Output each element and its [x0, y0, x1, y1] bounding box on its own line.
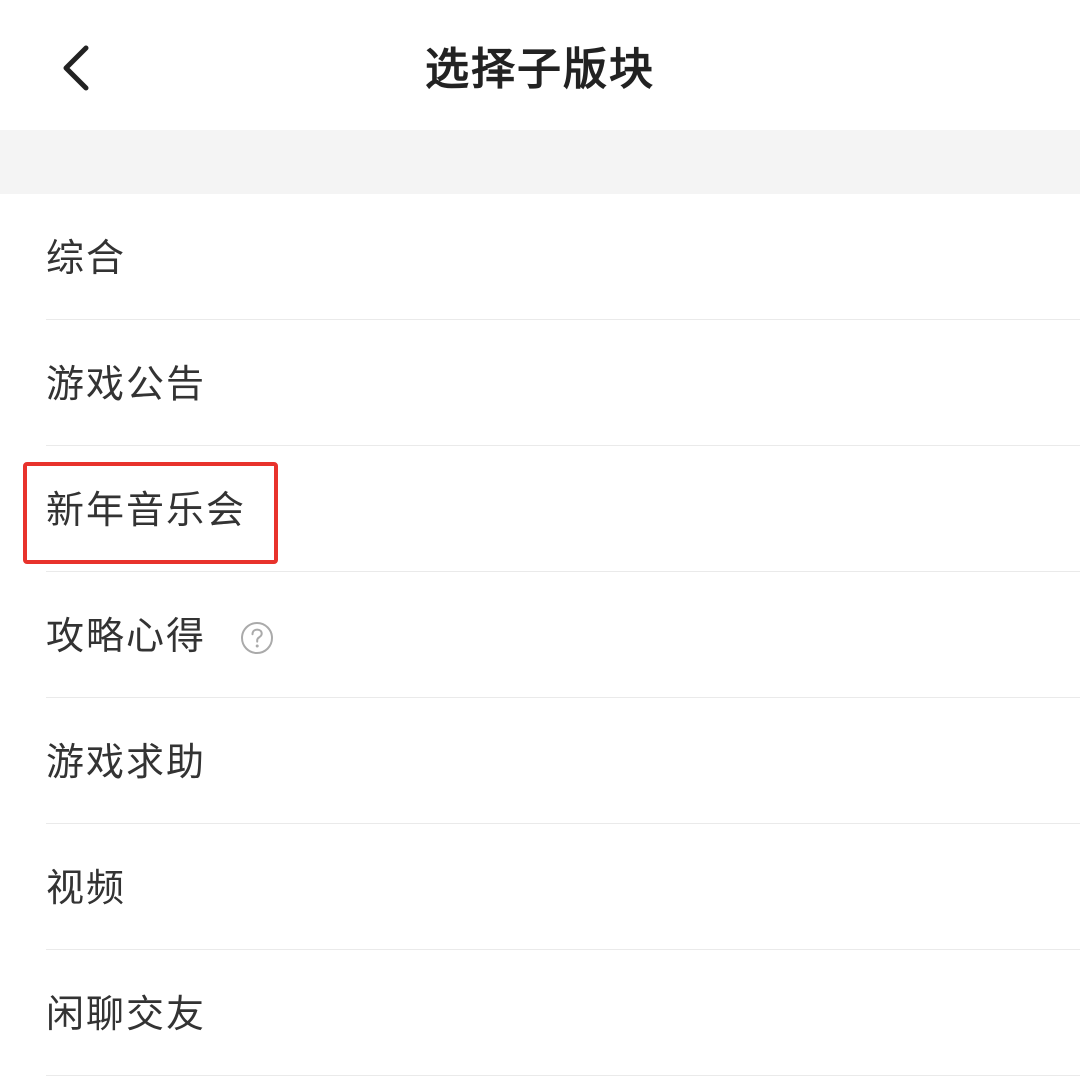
list-item-label: 游戏公告 [46, 362, 207, 406]
page-title: 选择子版块 [425, 44, 655, 95]
list-item-general[interactable]: 综合 [0, 194, 1080, 320]
list-item-game-announcements[interactable]: 游戏公告 [0, 320, 1080, 446]
list-item-strategy-tips[interactable]: 攻略心得 [0, 572, 1080, 698]
list-item-video[interactable]: 视频 [0, 824, 1080, 950]
list-item-label: 攻略心得 [46, 614, 207, 658]
list-item-label: 游戏求助 [46, 740, 207, 784]
list-item-game-help[interactable]: 游戏求助 [0, 698, 1080, 824]
divider [46, 1075, 1080, 1076]
list-item-label: 新年音乐会 [46, 488, 247, 532]
list-item-label: 视频 [46, 866, 127, 910]
top-bar: 选择子版块 [0, 0, 1080, 130]
list-item-chat-friends[interactable]: 闲聊交友 [0, 950, 1080, 1076]
help-circle-icon[interactable] [240, 621, 274, 655]
subforum-list: 综合 游戏公告 新年音乐会 攻略心得 游戏求助 视频 闲聊交友 [0, 194, 1080, 1076]
list-item-new-year-concert[interactable]: 新年音乐会 [0, 446, 1080, 572]
list-item-label: 综合 [46, 236, 127, 280]
section-spacer [0, 130, 1080, 194]
list-item-label: 闲聊交友 [46, 992, 207, 1036]
